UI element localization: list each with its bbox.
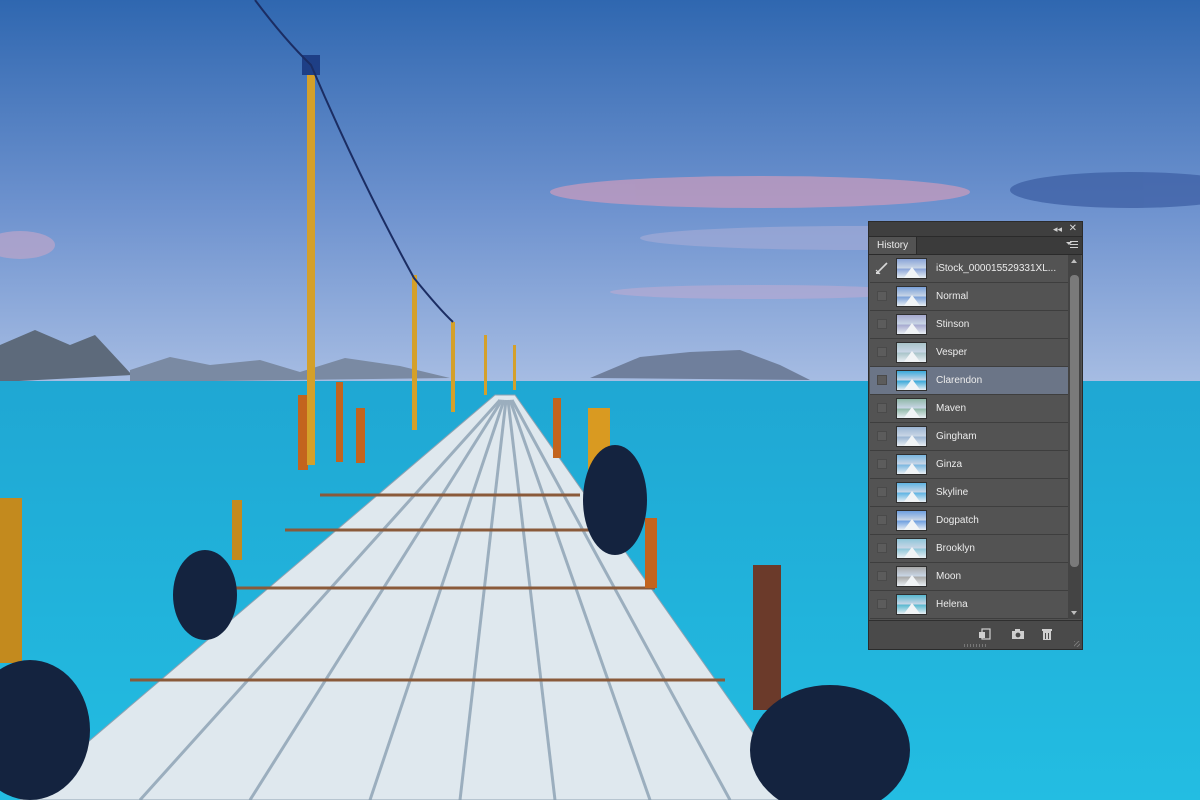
history-item-label: Skyline: [936, 487, 969, 498]
history-brush-source-checkbox[interactable]: [877, 319, 887, 329]
history-state-row[interactable]: Dogpatch: [870, 507, 1068, 535]
panel-resize-grip[interactable]: [964, 644, 988, 647]
panel-tab-bar: History: [869, 237, 1082, 255]
thumbnail-pier-shape: [902, 323, 921, 334]
history-thumbnail: [896, 454, 927, 475]
history-thumbnail: [896, 538, 927, 559]
thumbnail-pier-shape: [902, 463, 921, 474]
history-state-row[interactable]: Gingham: [870, 423, 1068, 451]
history-state-row[interactable]: Stinson: [870, 311, 1068, 339]
new-document-from-state-icon[interactable]: [979, 628, 993, 640]
history-brush-source-checkbox[interactable]: [877, 291, 887, 301]
history-item-label: Gingham: [936, 431, 977, 442]
history-state-row[interactable]: Skyline: [870, 479, 1068, 507]
history-brush-source-checkbox[interactable]: [877, 403, 887, 413]
history-state-row[interactable]: Ginza: [870, 451, 1068, 479]
history-brush-source-checkbox[interactable]: [877, 431, 887, 441]
history-item-label: Helena: [936, 599, 968, 610]
thumbnail-pier-shape: [902, 575, 921, 586]
history-state-row[interactable]: Normal: [870, 283, 1068, 311]
history-thumbnail: [896, 482, 927, 503]
history-brush-source-checkbox[interactable]: [877, 347, 887, 357]
history-brush-source-icon[interactable]: [875, 261, 889, 275]
scroll-thumb[interactable]: [1070, 275, 1079, 567]
thumbnail-pier-shape: [902, 603, 921, 614]
scroll-down-icon[interactable]: [1071, 611, 1077, 615]
panel-title-bar[interactable]: ◂◂ ✕: [869, 222, 1082, 237]
history-footer: [869, 620, 1082, 649]
history-state-row[interactable]: Vesper: [870, 339, 1068, 367]
history-item-label: Brooklyn: [936, 543, 975, 554]
history-state-row[interactable]: Maven: [870, 395, 1068, 423]
history-thumbnail: [896, 286, 927, 307]
history-brush-source-checkbox[interactable]: [877, 571, 887, 581]
history-thumbnail: [896, 398, 927, 419]
history-item-label: Ginza: [936, 459, 963, 470]
history-brush-source-checkbox[interactable]: [877, 459, 887, 469]
thumbnail-pier-shape: [902, 491, 921, 502]
panel-resize-corner[interactable]: [1074, 641, 1080, 647]
history-item-label: Normal: [936, 291, 969, 302]
history-list: iStock_000015529331XL... Normal Stinson Ves…: [870, 255, 1068, 619]
history-thumbnail: [896, 594, 927, 615]
thumbnail-pier-shape: [902, 267, 921, 278]
thumbnail-pier-shape: [902, 519, 921, 530]
scroll-up-icon[interactable]: [1071, 259, 1077, 263]
history-thumbnail: [896, 314, 927, 335]
history-brush-source-checkbox[interactable]: [877, 543, 887, 553]
thumbnail-pier-shape: [902, 547, 921, 558]
history-thumbnail: [896, 510, 927, 531]
history-thumbnail: [896, 426, 927, 447]
thumbnail-pier-shape: [902, 351, 921, 362]
history-thumbnail: [896, 258, 927, 279]
history-thumbnail: [896, 370, 927, 391]
camera-icon[interactable]: [1011, 628, 1025, 640]
history-brush-source-checkbox[interactable]: [877, 487, 887, 497]
history-state-row[interactable]: Moon: [870, 563, 1068, 591]
thumbnail-pier-shape: [902, 435, 921, 446]
collapse-panel-icon[interactable]: ◂◂: [1053, 223, 1062, 235]
history-item-label: Clarendon: [936, 375, 983, 386]
history-item-label: Moon: [936, 571, 962, 582]
history-item-label: Vesper: [936, 347, 968, 358]
history-state-row[interactable]: Clarendon: [870, 367, 1068, 395]
history-panel: ◂◂ ✕ History iStock_000015529331XL... Nor…: [868, 221, 1083, 650]
tab-history[interactable]: History: [869, 237, 918, 254]
close-panel-icon[interactable]: ✕: [1069, 222, 1077, 235]
history-item-label: Maven: [936, 403, 967, 414]
thumbnail-pier-shape: [902, 407, 921, 418]
trash-icon[interactable]: [1040, 628, 1054, 640]
thumbnail-pier-shape: [902, 379, 921, 390]
history-brush-source-checkbox[interactable]: [877, 515, 887, 525]
history-scrollbar[interactable]: [1068, 255, 1081, 619]
panel-menu-icon[interactable]: [1066, 239, 1078, 251]
history-state-row[interactable]: Brooklyn: [870, 535, 1068, 563]
history-state-row[interactable]: Helena: [870, 591, 1068, 619]
history-snapshot-row[interactable]: iStock_000015529331XL...: [870, 255, 1068, 283]
history-item-label: Dogpatch: [936, 515, 979, 526]
history-brush-source-checkbox[interactable]: [877, 375, 887, 385]
history-brush-source-checkbox[interactable]: [877, 599, 887, 609]
history-thumbnail: [896, 566, 927, 587]
history-item-label: iStock_000015529331XL...: [936, 263, 1057, 274]
history-thumbnail: [896, 342, 927, 363]
thumbnail-pier-shape: [902, 295, 921, 306]
history-item-label: Stinson: [936, 319, 970, 330]
